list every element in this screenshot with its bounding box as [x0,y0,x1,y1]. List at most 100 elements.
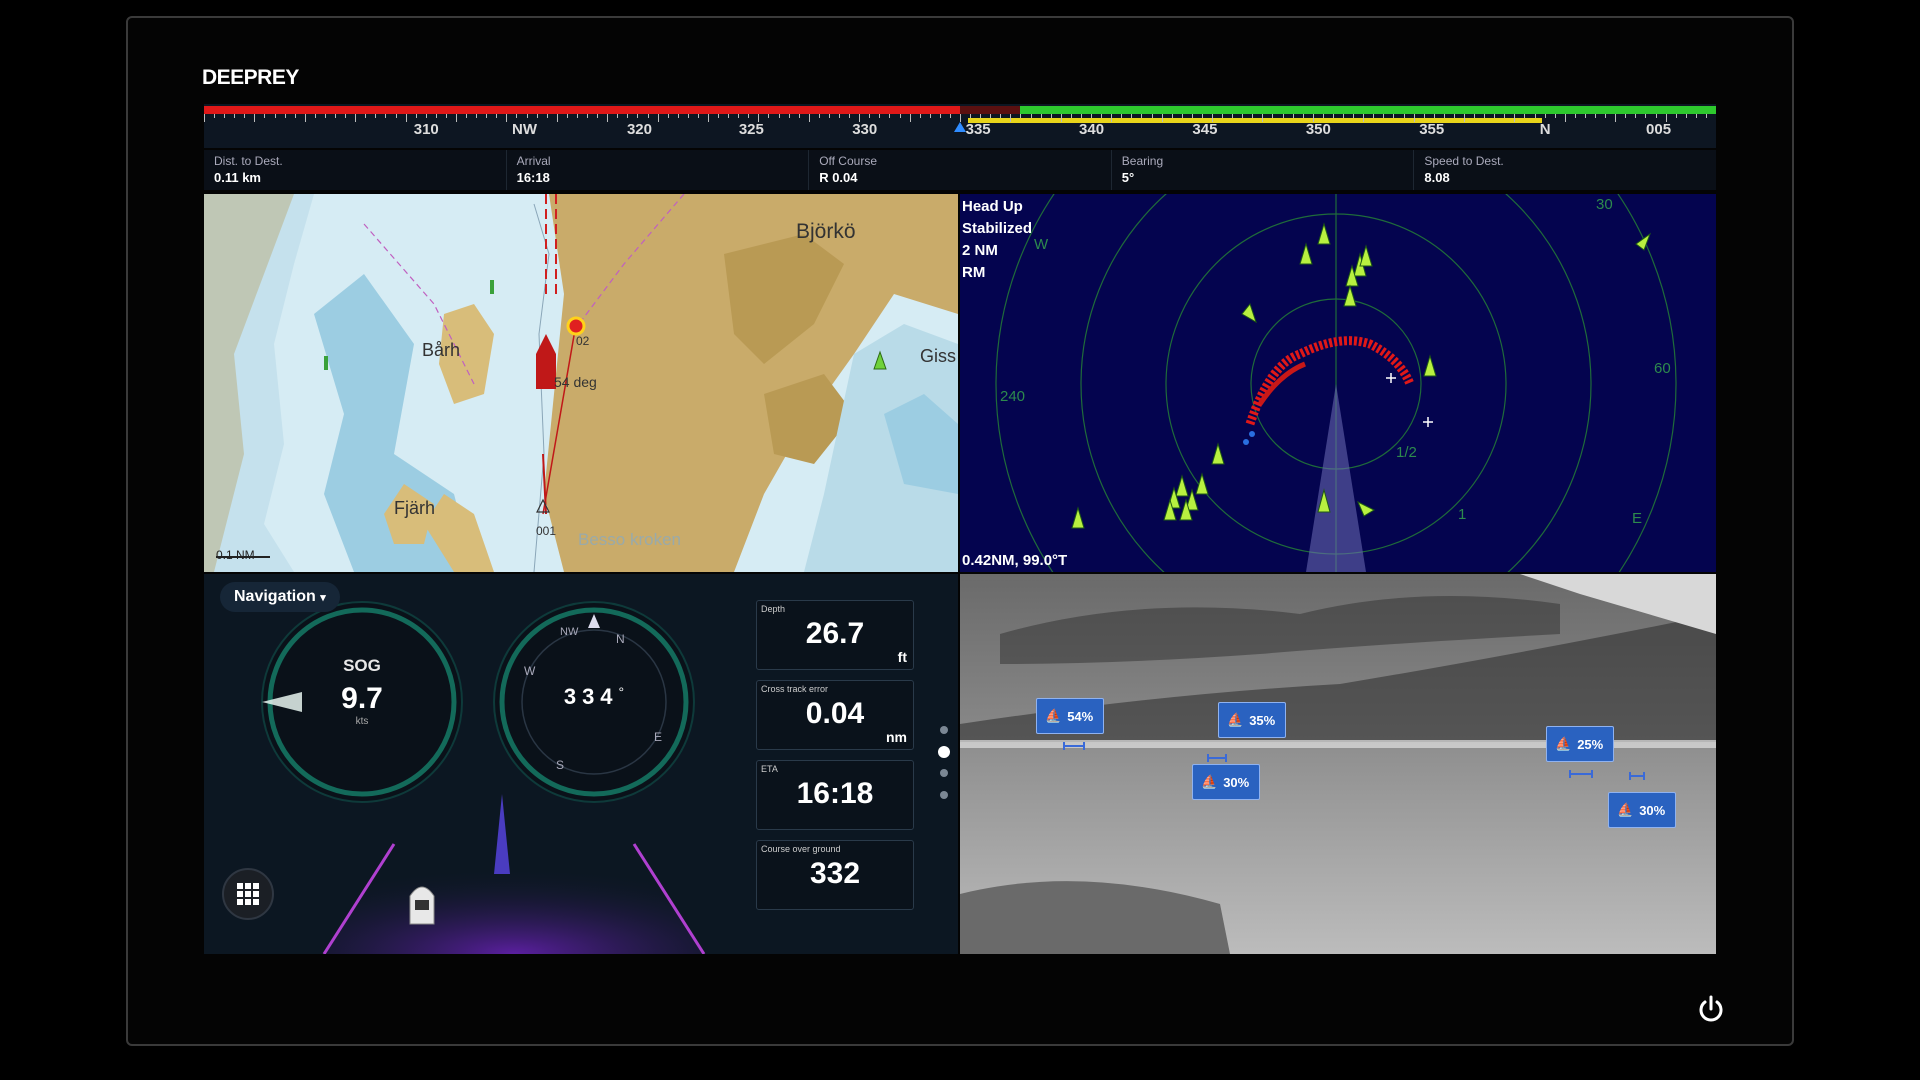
vessel-detection-box[interactable]: ⛵ 30% [1608,792,1677,828]
compass-tick [385,114,387,118]
vessel-detection-box[interactable]: ⛵ 54% [1036,698,1105,734]
vessel-detection-box[interactable]: ⛵ 30% [1192,764,1261,800]
compass-tick [395,114,397,118]
compass-tick [708,114,709,122]
eta-box[interactable]: ETA 16:18 [756,760,914,830]
compass-tick [1564,114,1566,122]
compass-label: NW [512,121,538,138]
compass-tick [909,114,911,122]
compass-heading-strip: 310 NW 320 325 330 335 340 345 350 355 N… [204,104,1716,148]
info-bearing[interactable]: Bearing 5° [1110,150,1414,190]
course-over-ground-box[interactable]: Course over ground 332 [756,840,914,910]
info-off-course[interactable]: Off Course R 0.04 [808,150,1111,190]
compass-tick [1443,114,1445,118]
compass-tick [274,114,276,118]
radar-scope[interactable] [960,194,1716,572]
port-bar [204,106,960,114]
compass-tick [738,114,740,118]
sog-label: SOG [343,656,381,675]
compass-tick [849,114,851,118]
compass-tick [808,114,810,122]
compass-tick [496,114,498,118]
compass-tick [617,114,619,118]
compass-tick [1554,114,1556,118]
vessel-detection-box[interactable]: ⛵ 25% [1546,726,1615,762]
compass-tick [254,114,256,122]
compass-tick [214,114,216,118]
heading-compass-letter: W [524,664,536,678]
radar-mode-panel[interactable]: Head Up Stabilized 2 NM RM [962,196,1032,284]
compass-tick [1433,114,1435,118]
heading-compass-letter: E [654,730,663,744]
compass-tick [1484,114,1486,118]
pager-dot-active[interactable] [938,746,950,758]
radar-panel[interactable]: Head Up Stabilized 2 NM RM 0.42NM, 99.0°… [960,194,1716,572]
compass-tick [1584,114,1586,118]
compass-tick [788,114,790,118]
radar-orientation: Head Up [962,198,1023,215]
apps-grid-button[interactable] [222,868,274,920]
radar-motion-mode: RM [962,264,986,281]
compass-tick [1252,114,1254,118]
compass-tick [1373,114,1375,118]
compass-tick [1615,114,1617,122]
compass-tick [1655,114,1657,118]
sailboat-icon: ⛵ [1045,708,1062,723]
compass-tick [1332,114,1334,118]
compass-tick [597,114,599,118]
compass-tick [587,114,589,118]
compass-tick [1413,114,1415,122]
compass-tick [1161,114,1163,122]
sailboat-icon: ⛵ [1555,736,1572,751]
thermal-image [960,574,1716,954]
vessel-detection-box[interactable]: ⛵ 35% [1218,702,1287,738]
compass-tick [324,114,326,118]
compass-tick [1020,114,1022,118]
compass-tick [566,114,568,118]
compass-tick [687,114,689,118]
compass-tick [1353,114,1355,118]
compass-tick [627,114,629,118]
compass-tick [818,114,820,118]
compass-tick [1705,114,1707,118]
info-speed-to-dest[interactable]: Speed to Dest. 8.08 [1413,150,1716,190]
nautical-chart-panel[interactable]: Björkö Bårh Fjärh Giss Besso kroken 02 0… [204,194,958,572]
heading-marker [954,122,966,132]
compass-tick [798,114,800,118]
compass-tick [526,114,528,118]
radar-ring-label: 1/2 [1396,444,1417,461]
cross-track-error-box[interactable]: Cross track error 0.04 nm [756,680,914,750]
compass-tick [1514,114,1516,122]
depth-box[interactable]: Depth 26.7 ft [756,600,914,670]
compass-tick [1191,114,1193,118]
navigation-dropdown[interactable]: Navigation ▾ [220,582,340,612]
compass-tick [1393,114,1395,118]
compass-tick [1232,114,1234,118]
compass-label: 320 [626,121,652,138]
chart-place-fjarh: Fjärh [394,498,436,518]
power-icon[interactable] [1696,994,1726,1024]
info-dist-to-dest[interactable]: Dist. to Dest. 0.11 km [204,150,506,190]
compass-tick [556,114,558,122]
thermal-camera-panel[interactable]: ⛵ 54% ⛵ 35% ⛵ 30% ⛵ 25% ⛵ 30% [960,574,1716,954]
compass-tick [919,114,921,118]
compass-tick [1292,114,1294,118]
chart-place-besso: Besso kroken [578,530,681,549]
radar-ring-label: 30 [1596,196,1613,213]
compass-tick [516,114,518,118]
pager-dot[interactable] [940,791,948,799]
compass-tick [435,114,437,118]
compass-tick [1171,114,1173,118]
compass-tick [970,114,972,118]
heading-label: 54 deg [554,374,597,390]
pager-dot[interactable] [940,726,948,734]
radar-cursor-readout: 0.42NM, 99.0°T [962,552,1068,569]
chart-place-barh: Bårh [422,340,461,360]
compass-tick [1151,114,1153,118]
info-arrival[interactable]: Arrival 16:18 [505,150,809,190]
compass-tick [425,114,427,118]
pager-dot[interactable] [940,769,948,777]
compass-label: 345 [1192,121,1218,138]
compass-tick [1494,114,1496,118]
chevron-down-icon: ▾ [320,592,326,604]
